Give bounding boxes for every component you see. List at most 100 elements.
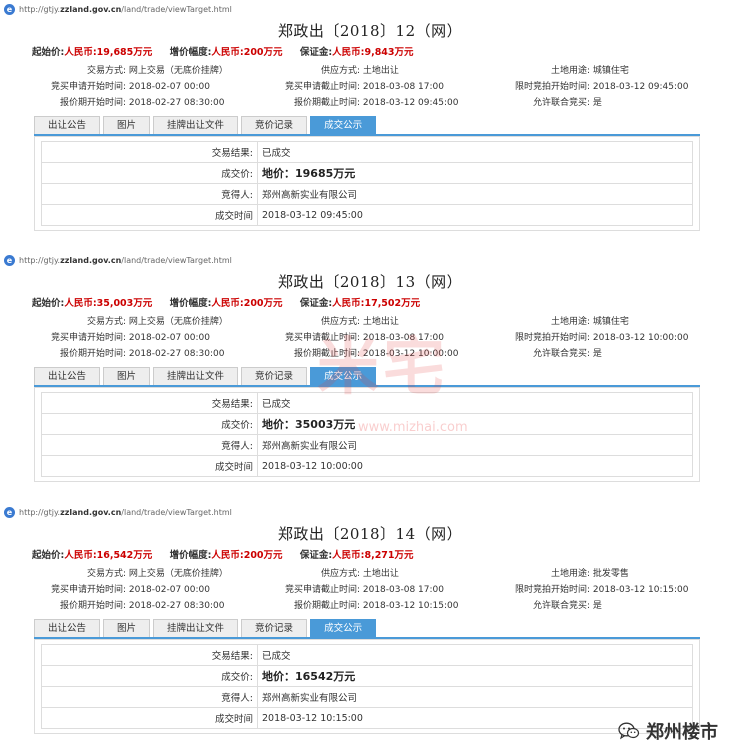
info-row: 竞买申请开始时间: 2018-02-07 00:00 竞买申请截止时间: 201… [0,330,740,346]
table-row: 成交价: 地价：16542万元 [41,665,693,687]
deal-price-value: 地价：35003万元 [257,413,693,435]
joint-bid-label: 允许联合竞买: [532,601,590,611]
price-summary: 起始价:人民币:19,685万元 增价幅度:人民币:200万元 保证金:人民币:… [0,44,740,61]
trade-mode-value: 网上交易（无底价挂牌） [128,317,228,327]
deposit-value: 人民币:8,271万元 [332,550,414,561]
joint-bid-value: 是 [592,98,602,108]
table-row: 成交时间 2018-03-12 09:45:00 [41,204,693,226]
supply-mode-value: 土地出让 [362,66,399,76]
supply-mode-label: 供应方式: [320,317,360,327]
deposit-label: 保证金: [299,47,333,58]
deal-table: 交易结果: 已成交 成交价: 地价：35003万元 竞得人: 郑州高新实业有限公司 成… [41,392,693,477]
deal-time-value: 2018-03-12 09:45:00 [257,204,693,226]
tab-listing-files[interactable]: 挂牌出让文件 [153,116,239,134]
trade-mode-value: 网上交易（无底价挂牌） [128,569,228,579]
url-path: /land/trade/viewTarget.html [121,255,232,265]
start-price-value: 人民币:19,685万元 [64,47,153,58]
increment-value: 人民币:200万元 [211,47,283,58]
winner-value: 郑州高新实业有限公司 [257,183,693,205]
info-row: 竞买申请开始时间: 2018-02-07 00:00 竞买申请截止时间: 201… [0,79,740,95]
tab-announcement[interactable]: 出让公告 [34,619,101,637]
quote-start-value: 2018-02-27 08:30:00 [128,601,225,611]
tab-bid-records[interactable]: 竞价记录 [241,116,308,134]
apply-end-label: 竞买申请截止时间: [284,82,360,92]
start-price-value: 人民币:16,542万元 [64,550,153,561]
apply-end-value: 2018-03-08 17:00 [362,585,444,595]
winner-label: 竞得人: [41,686,258,708]
deal-result: 交易结果: 已成交 成交价: 地价：16542万元 竞得人: 郑州高新实业有限公司 成… [34,639,700,734]
auction-start-label: 限时竞拍开始时间: [514,333,590,343]
tab-deal-publicity[interactable]: 成交公示 [310,619,377,637]
deal-result: 交易结果: 已成交 成交价: 地价：19685万元 竞得人: 郑州高新实业有限公司 成… [34,136,700,231]
address-bar[interactable]: e http://gtjy. zzland.gov.cn/land/trade/v… [0,0,740,18]
apply-end-value: 2018-03-08 17:00 [362,333,444,343]
trade-mode-label: 交易方式: [86,66,126,76]
deal-price-label: 成交价: [41,162,258,184]
tab-deal-publicity[interactable]: 成交公示 [310,116,377,134]
url-domain: zzland.gov.cn [60,507,122,517]
tab-pictures[interactable]: 图片 [103,367,151,385]
tab-announcement[interactable]: 出让公告 [34,367,101,385]
deposit-value: 人民币:9,843万元 [332,47,414,58]
url-prefix: http://gtjy. [19,507,61,517]
quote-end-value: 2018-03-12 10:15:00 [362,601,459,611]
deal-time-label: 成交时间 [41,204,258,226]
trade-mode-label: 交易方式: [86,317,126,327]
tab-bar: 出让公告 图片 挂牌出让文件 竞价记录 成交公示 [34,618,700,639]
brand-badge: 郑州楼市 [618,718,718,744]
supply-mode-value: 土地出让 [362,569,399,579]
tab-bar: 出让公告 图片 挂牌出让文件 竞价记录 成交公示 [34,366,700,387]
start-price-label: 起始价: [32,298,65,309]
land-use-value: 城镇住宅 [592,317,629,327]
deal-time-label: 成交时间 [41,707,258,729]
address-bar[interactable]: e http://gtjy. zzland.gov.cn/land/trade/v… [0,251,740,269]
listing-title: 郑政出〔2018〕13（网） [277,273,463,291]
land-use-label: 土地用途: [550,569,590,579]
browser-icon: e [4,3,15,15]
table-row: 成交时间 2018-03-12 10:00:00 [41,455,693,477]
auction-start-value: 2018-03-12 10:15:00 [592,585,689,595]
joint-bid-value: 是 [592,349,602,359]
deal-price-label: 成交价: [41,665,258,687]
table-row: 竞得人: 郑州高新实业有限公司 [41,434,693,456]
tab-listing-files[interactable]: 挂牌出让文件 [153,367,239,385]
deal-price-value: 地价：16542万元 [257,665,693,687]
joint-bid-label: 允许联合竞买: [532,98,590,108]
deal-result: 交易结果: 已成交 成交价: 地价：35003万元 竞得人: 郑州高新实业有限公司 成… [34,387,700,482]
increment-label: 增价幅度: [169,47,212,58]
supply-mode-label: 供应方式: [320,66,360,76]
tab-deal-publicity[interactable]: 成交公示 [310,367,377,385]
tab-pictures[interactable]: 图片 [103,619,151,637]
info-row: 竞买申请开始时间: 2018-02-07 00:00 竞买申请截止时间: 201… [0,582,740,598]
url-domain: zzland.gov.cn [60,255,122,265]
deal-price-value: 地价：19685万元 [257,162,693,184]
table-row: 交易结果: 已成交 [41,644,693,666]
listing-title: 郑政出〔2018〕12（网） [277,22,463,40]
apply-start-value: 2018-02-07 00:00 [128,333,210,343]
deposit-label: 保证金: [299,298,333,309]
tab-announcement[interactable]: 出让公告 [34,116,101,134]
deposit-value: 人民币:17,502万元 [332,298,421,309]
tab-bar: 出让公告 图片 挂牌出让文件 竞价记录 成交公示 [34,115,700,136]
apply-start-label: 竞买申请开始时间: [50,585,126,595]
info-row: 报价期开始时间: 2018-02-27 08:30:00 报价期截止时间: 20… [0,346,740,362]
table-row: 成交价: 地价：35003万元 [41,413,693,435]
table-row: 交易结果: 已成交 [41,141,693,163]
address-bar[interactable]: e http://gtjy. zzland.gov.cn/land/trade/v… [0,503,740,521]
quote-start-label: 报价期开始时间: [59,349,126,359]
tab-pictures[interactable]: 图片 [103,116,151,134]
url-prefix: http://gtjy. [19,255,61,265]
info-row: 交易方式: 网上交易（无底价挂牌） 供应方式: 土地出让 土地用途: 城镇住宅 [0,63,740,79]
tab-listing-files[interactable]: 挂牌出让文件 [153,619,239,637]
tab-bid-records[interactable]: 竞价记录 [241,619,308,637]
result-value: 已成交 [257,392,693,414]
quote-end-value: 2018-03-12 09:45:00 [362,98,459,108]
listing-title: 郑政出〔2018〕14（网） [277,525,463,543]
result-label: 交易结果: [41,141,258,163]
table-row: 成交价: 地价：19685万元 [41,162,693,184]
tab-bid-records[interactable]: 竞价记录 [241,367,308,385]
supply-mode-label: 供应方式: [320,569,360,579]
winner-label: 竞得人: [41,183,258,205]
result-label: 交易结果: [41,392,258,414]
table-row: 交易结果: 已成交 [41,392,693,414]
